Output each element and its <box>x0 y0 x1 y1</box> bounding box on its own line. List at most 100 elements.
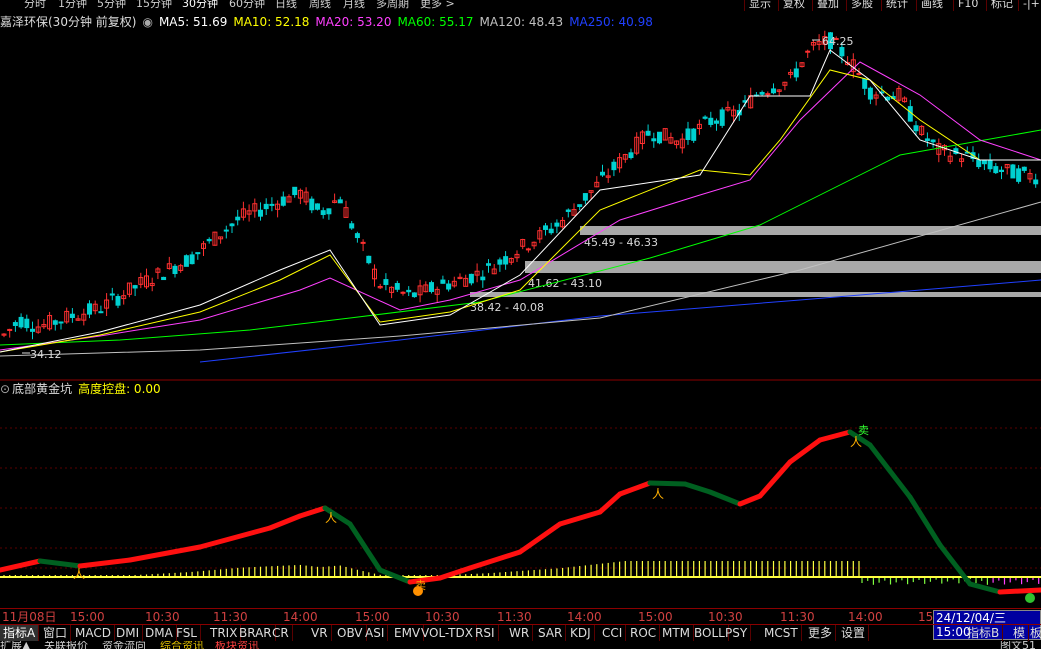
candle-body <box>69 313 75 318</box>
candle-body <box>98 311 104 314</box>
indicator-tab-25[interactable]: 设置 <box>838 625 870 641</box>
indicator-tab-13[interactable]: VOL-TDX <box>418 625 477 641</box>
candle-body <box>315 203 320 210</box>
indicator-tab-23[interactable]: MCST <box>761 625 802 641</box>
candle-body <box>1021 166 1027 171</box>
candle-body <box>714 120 719 124</box>
time-label-7: 11:30 <box>497 610 532 624</box>
indicator-curve-segment <box>682 481 713 495</box>
indicator-tab-11[interactable]: ASI <box>362 625 389 641</box>
bottom-tab-5[interactable]: 图文51 <box>1000 641 1036 649</box>
candle-body <box>263 203 269 210</box>
candle-body <box>708 117 714 125</box>
buy-signal-icon: 人 <box>325 511 337 525</box>
buy-signal-icon: 人 <box>73 567 85 581</box>
candle-body <box>651 138 657 142</box>
indicator-tab-9[interactable]: VR <box>308 625 332 641</box>
candle-body <box>337 199 343 204</box>
bottom-tab-4[interactable]: 板块资讯 <box>215 641 259 649</box>
indicator-value: 高度控盘: 0.00 <box>78 382 161 396</box>
candle-body <box>981 160 987 165</box>
candle-body <box>109 293 115 296</box>
candle-body <box>702 116 708 119</box>
support-zone-label: 38.42 - 40.08 <box>470 301 544 314</box>
indicator-tab-5[interactable]: FSL <box>173 625 201 641</box>
indicator-tab-1[interactable]: 窗口 <box>40 625 72 641</box>
candle-body <box>132 285 138 289</box>
indicator-curve-segment <box>77 557 133 569</box>
candle-body <box>999 169 1004 173</box>
support-zone-label: 41.62 - 43.10 <box>528 277 602 290</box>
candle-body <box>58 321 64 324</box>
bottom-tab-2[interactable]: 资金流向 <box>102 641 146 649</box>
indicator-curve-segment <box>907 494 943 548</box>
indicator-tab-22[interactable]: PSY <box>722 625 752 641</box>
time-label-4: 14:00 <box>283 610 318 624</box>
indicator-curve-segment <box>757 459 793 499</box>
candle-body <box>867 87 873 100</box>
indicator-tab-3[interactable]: DMI <box>113 625 144 641</box>
indicator-curve-segment <box>297 505 328 519</box>
candle-body <box>406 289 412 293</box>
candle-body <box>24 318 30 329</box>
candle-body <box>719 109 725 126</box>
candle-body <box>30 328 35 332</box>
candle-body <box>839 47 845 57</box>
bottom-tab-3[interactable]: 综合资讯 <box>160 641 204 649</box>
low-price-label: 34.12 <box>30 348 62 361</box>
candle-body <box>394 283 400 290</box>
time-label-9: 15:00 <box>638 610 673 624</box>
time-label-11: 11:30 <box>780 610 815 624</box>
candle-body <box>765 93 771 96</box>
time-label-6: 10:30 <box>425 610 460 624</box>
candle-body <box>189 254 195 265</box>
candle-body <box>366 255 372 264</box>
indicator-curve-segment <box>707 489 743 507</box>
bottom-tab-1[interactable]: 关联报价 <box>44 641 88 649</box>
candle-body <box>18 316 24 328</box>
support-zone-label: 45.49 - 46.33 <box>584 236 658 249</box>
indicator-tab-4[interactable]: DMA <box>142 625 177 641</box>
candle-body <box>1010 164 1016 179</box>
indicator-curve-segment <box>617 480 653 497</box>
candle-body <box>235 216 241 221</box>
candle-body <box>354 233 360 239</box>
indicator-tab-14[interactable]: RSI <box>472 625 499 641</box>
bottom-tab-0[interactable]: 扩展▲ <box>0 641 30 649</box>
indicator-tab-18[interactable]: CCI <box>599 625 627 641</box>
indicator-curve-segment <box>197 525 273 550</box>
candle-body <box>229 223 235 227</box>
candle-body <box>565 209 571 212</box>
indicator-tab-0[interactable]: 指标A <box>0 625 40 641</box>
candle-body <box>759 91 765 95</box>
indicator-settings-icon[interactable]: ⊙ <box>0 381 10 397</box>
time-label-3: 11:30 <box>213 610 248 624</box>
candle-body <box>503 256 509 265</box>
indicator-tab-24[interactable]: 更多 <box>805 625 837 641</box>
sell-signal-icon <box>1025 593 1035 603</box>
candle-body <box>1016 168 1022 182</box>
time-label-2: 10:30 <box>145 610 180 624</box>
indicator-tab-2[interactable]: MACD <box>72 625 115 641</box>
time-label-0: 11月08日 <box>2 610 57 624</box>
candle-body <box>1033 179 1039 185</box>
indicator-right-tab-2[interactable]: 板 <box>1027 625 1041 641</box>
candle-body <box>685 128 691 140</box>
candle-body <box>292 186 298 196</box>
indicator-tab-19[interactable]: ROC <box>627 625 661 641</box>
candle-body <box>930 139 936 143</box>
candle-body <box>924 138 930 141</box>
indicator-curve-segment <box>267 513 303 531</box>
sell-signal-icon <box>413 586 423 596</box>
indicator-tab-20[interactable]: MTM <box>659 625 695 641</box>
ma120-line <box>0 201 1041 357</box>
indicator-tab-16[interactable]: SAR <box>535 625 567 641</box>
indicator-right-tab-0[interactable]: 指标B <box>964 625 1004 641</box>
time-label-12: 14:00 <box>848 610 883 624</box>
chart-canvas[interactable]: 45.49 - 46.33 41.62 - 43.10 38.42 - 40.08 6… <box>0 0 1041 649</box>
candle-body <box>913 125 919 132</box>
indicator-tab-15[interactable]: WR <box>506 625 534 641</box>
indicator-tab-17[interactable]: KDJ <box>567 625 595 641</box>
candle-body <box>400 291 406 294</box>
indicator-tab-8[interactable]: CR <box>269 625 293 641</box>
